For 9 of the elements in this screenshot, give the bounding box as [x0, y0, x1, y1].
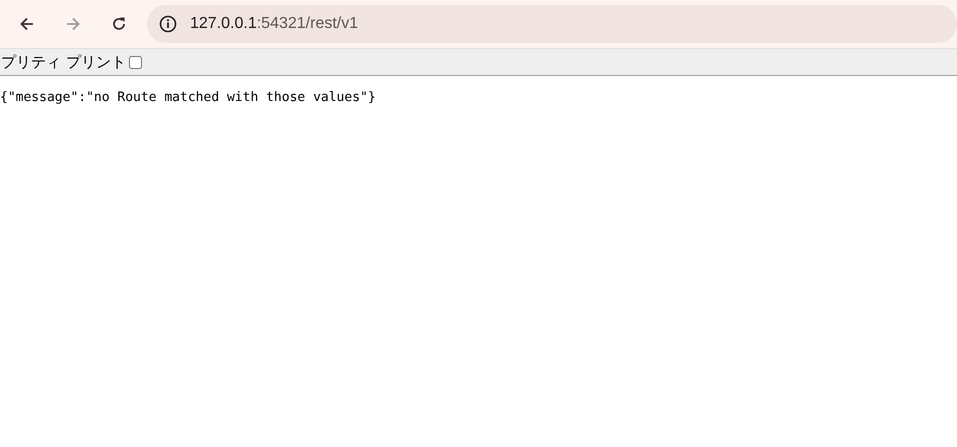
- pretty-print-label: プリティ プリント: [1, 52, 126, 72]
- url-text: 127.0.0.1:54321/rest/v1: [190, 15, 358, 33]
- forward-arrow-icon: [64, 15, 82, 33]
- back-arrow-icon: [18, 15, 36, 33]
- pretty-print-checkbox[interactable]: [128, 56, 142, 68]
- json-response: {"message":"no Route matched with those values"}: [0, 89, 377, 105]
- info-icon[interactable]: [159, 15, 177, 33]
- address-bar[interactable]: 127.0.0.1:54321/rest/v1: [147, 5, 957, 43]
- reload-icon: [110, 15, 128, 33]
